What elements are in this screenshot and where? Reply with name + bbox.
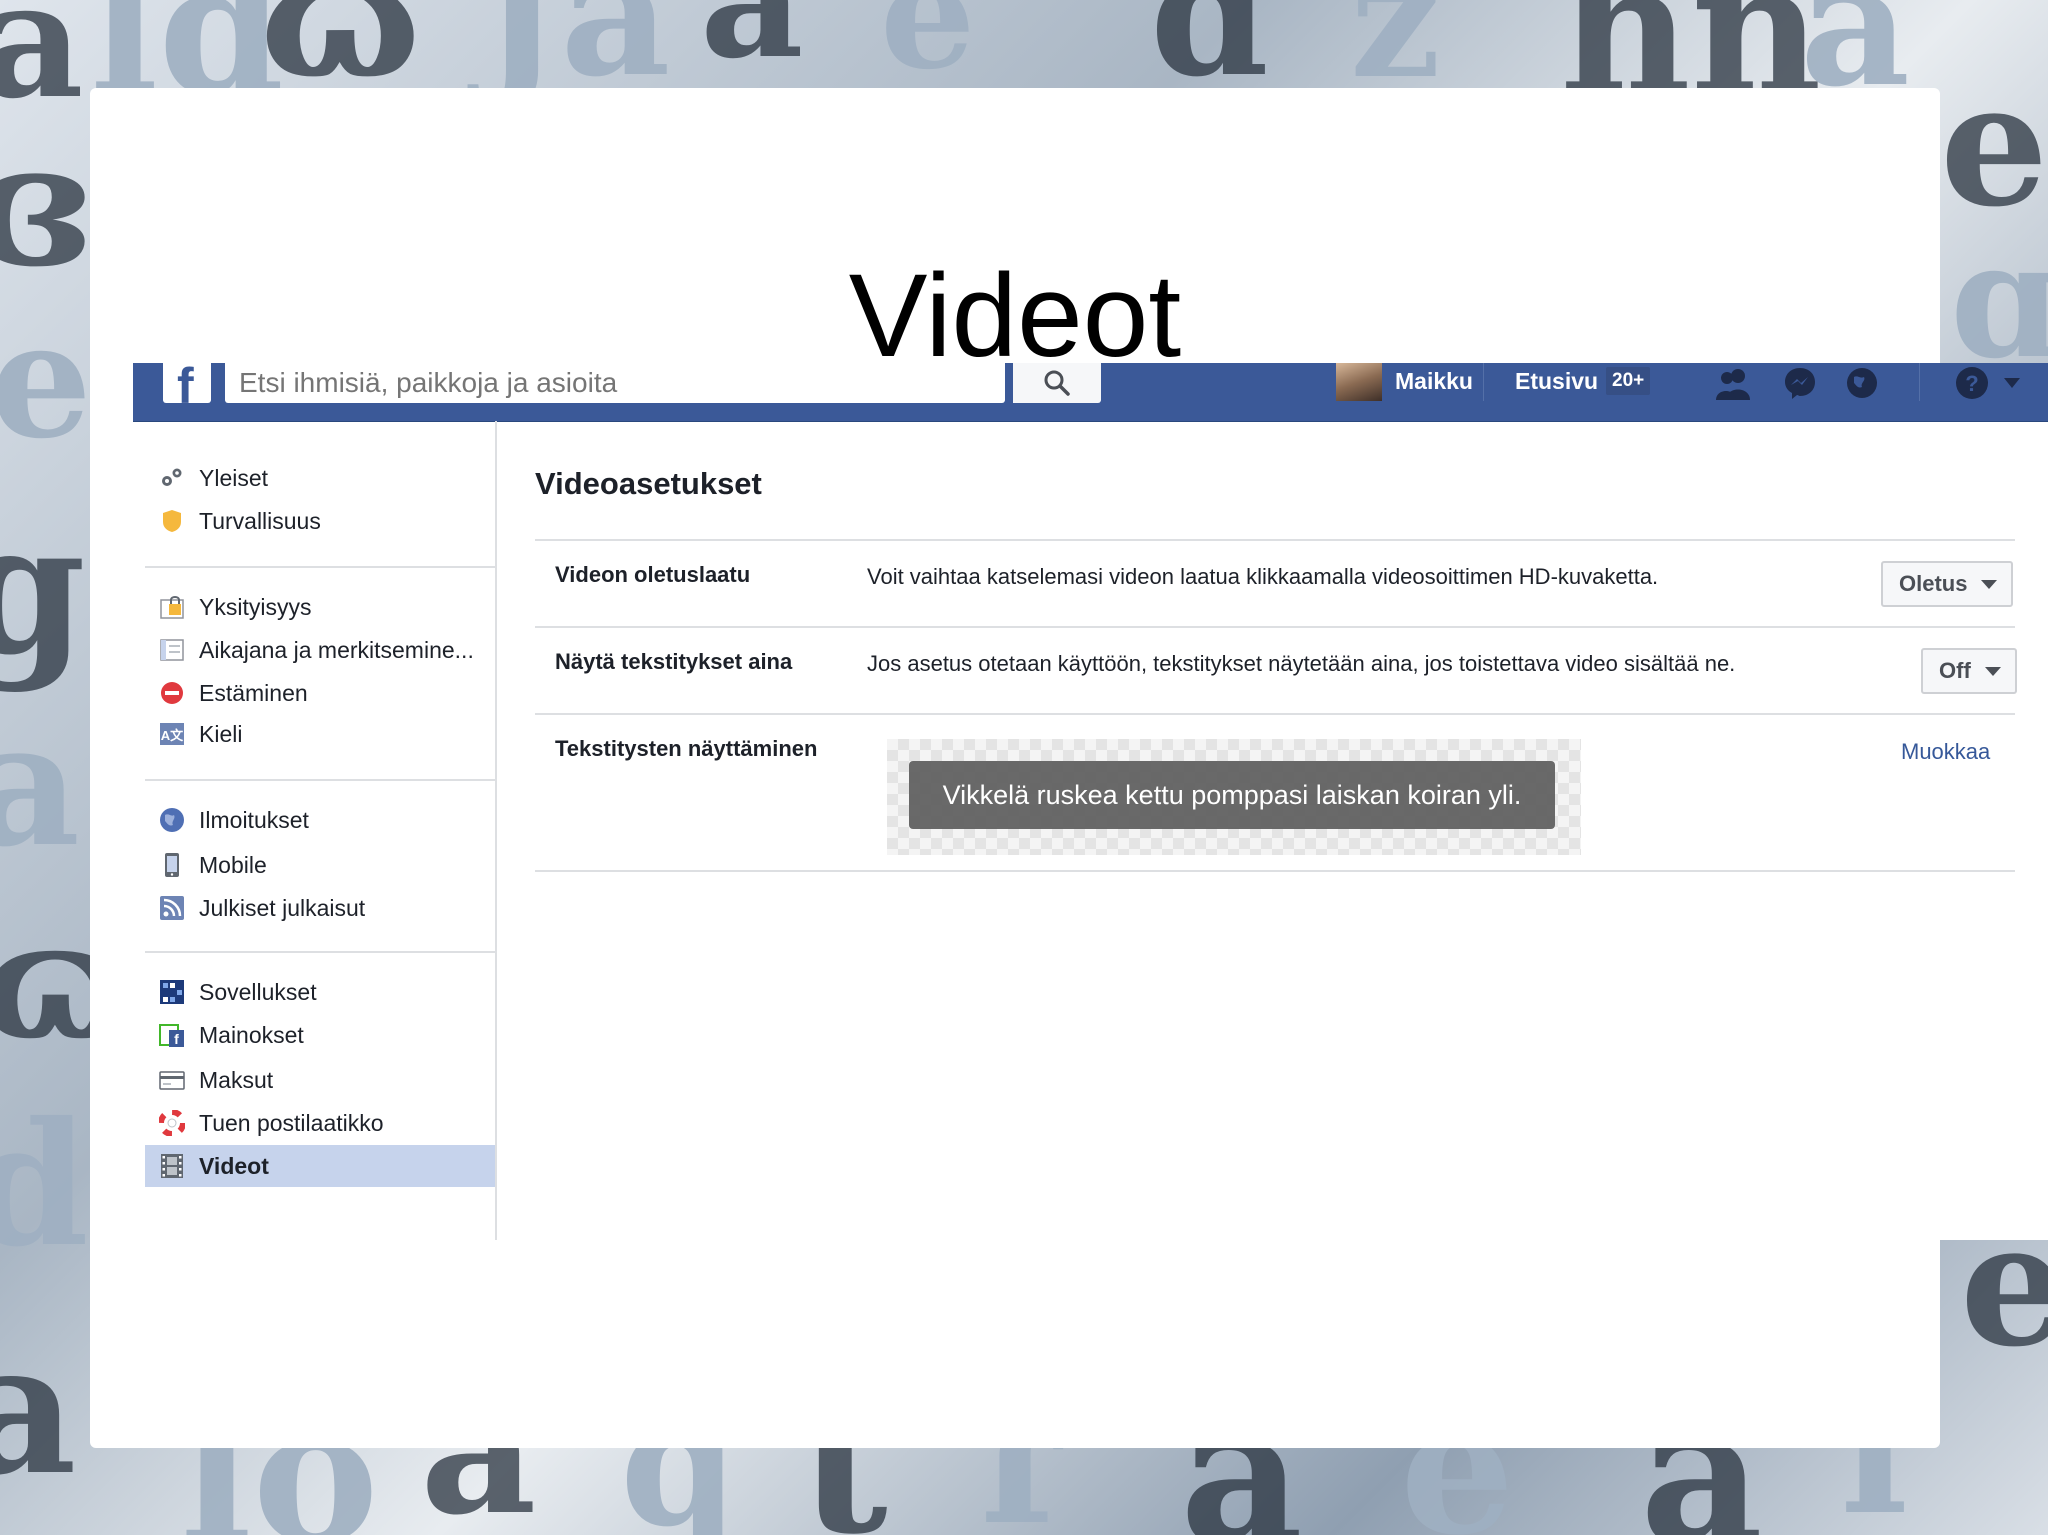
nav-separator [1919, 363, 1920, 401]
sidebar-item-label: Maksut [199, 1066, 274, 1093]
setting-label: Tekstitysten näyttäminen [555, 736, 818, 761]
divider [535, 713, 2015, 715]
lock-icon [160, 596, 184, 619]
caret-down-icon [1984, 667, 2001, 676]
search-box [225, 363, 1005, 403]
sidebar-item-label: Aikajana ja merkitsemine... [199, 636, 474, 663]
sidebar-item-label: Tuen postilaatikko [199, 1109, 384, 1136]
divider [145, 566, 495, 568]
messages-button[interactable] [1779, 363, 1821, 403]
svg-text:?: ? [1965, 371, 1978, 396]
search-icon [1044, 370, 1070, 396]
sidebar-item-label: Turvallisuus [199, 507, 321, 534]
sidebar-item-aikajana[interactable]: Aikajana ja merkitsemine... [145, 629, 495, 671]
sidebar-item-mainokset[interactable]: f Mainokset [145, 1014, 495, 1056]
facebook-logo-icon[interactable]: f [163, 363, 211, 414]
dropdown-value: Oletus [1899, 571, 1968, 596]
divider [535, 626, 2015, 628]
divider [535, 870, 2015, 872]
page-title: Videoasetukset [535, 466, 762, 501]
messenger-icon [1785, 368, 1815, 399]
block-icon [161, 682, 183, 704]
notifications-button[interactable] [1841, 363, 1883, 403]
sidebar-item-videot[interactable]: Videot [145, 1145, 495, 1187]
sidebar-item-kieli[interactable]: A文 Kieli [145, 713, 495, 755]
timeline-icon [160, 639, 184, 661]
caption-preview-text: Vikkelä ruskea kettu pomppasi laiskan ko… [909, 761, 1555, 829]
friend-requests-button[interactable] [1713, 363, 1755, 403]
search-input[interactable] [237, 365, 981, 401]
sidebar-item-label: Julkiset julkaisut [199, 894, 366, 921]
sidebar-item-mobile[interactable]: Mobile [145, 844, 495, 886]
globe-notifications-icon [1847, 368, 1877, 398]
quality-dropdown[interactable]: Oletus [1881, 561, 2014, 607]
apps-icon [160, 980, 184, 1004]
sidebar-item-label: Videot [199, 1152, 269, 1179]
account-menu-button[interactable] [1997, 363, 2027, 403]
svg-text:f: f [174, 1031, 179, 1047]
svg-text:A文: A文 [161, 728, 184, 743]
profile-link[interactable]: Maikku [1395, 368, 1473, 395]
nav-separator [1483, 363, 1484, 401]
top-navigation-bar: f Maikku Etusivu 20+ [133, 363, 2048, 422]
dropdown-value: Off [1939, 658, 1971, 683]
card-icon [159, 1071, 185, 1090]
settings-sidebar: Yleiset Turvallisuus Yksityisyys Aikajan… [145, 421, 497, 1240]
setting-description: Voit vaihtaa katselemasi videon laatua k… [867, 564, 1659, 589]
friends-icon [1716, 369, 1750, 400]
sidebar-item-yksityisyys[interactable]: Yksityisyys [145, 586, 495, 628]
globe-icon [160, 808, 184, 832]
sidebar-item-estaminen[interactable]: Estäminen [145, 672, 495, 714]
edit-captions-link[interactable]: Muokkaa [1901, 739, 1990, 765]
facebook-settings-screenshot: f Maikku Etusivu 20+ [133, 363, 2048, 1240]
divider [535, 539, 2015, 541]
sidebar-item-label: Estäminen [199, 679, 308, 706]
sidebar-item-maksut[interactable]: Maksut [145, 1059, 495, 1101]
sidebar-item-label: Yleiset [199, 464, 269, 491]
sidebar-item-turvallisuus[interactable]: Turvallisuus [145, 500, 495, 542]
sidebar-item-julkiset-julkaisut[interactable]: Julkiset julkaisut [145, 887, 495, 929]
captions-always-dropdown[interactable]: Off [1921, 648, 2017, 694]
setting-label: Näytä tekstitykset aina [555, 649, 793, 674]
badge-icon [163, 510, 181, 532]
sidebar-item-label: Kieli [199, 720, 243, 747]
home-link[interactable]: Etusivu [1515, 368, 1598, 395]
sidebar-item-ilmoitukset[interactable]: Ilmoitukset [145, 799, 495, 841]
sidebar-item-tuen-postilaatikko[interactable]: Tuen postilaatikko [145, 1102, 495, 1144]
language-icon: A文 [160, 723, 184, 745]
lifebuoy-icon [159, 1110, 185, 1136]
divider [145, 779, 495, 781]
sidebar-item-yleiset[interactable]: Yleiset [145, 457, 495, 499]
avatar[interactable] [1336, 363, 1382, 401]
divider [145, 951, 495, 953]
phone-icon [165, 853, 179, 877]
ads-icon: f [159, 1024, 184, 1047]
film-icon [161, 1154, 183, 1178]
sidebar-item-label: Sovellukset [199, 978, 317, 1005]
setting-label: Videon oletuslaatu [555, 562, 751, 587]
sidebar-item-label: Yksityisyys [199, 593, 312, 620]
caption-preview: Vikkelä ruskea kettu pomppasi laiskan ko… [887, 739, 1581, 855]
sidebar-item-label: Mobile [199, 851, 267, 878]
search-button[interactable] [1013, 363, 1101, 403]
rss-icon [160, 896, 184, 920]
help-button[interactable]: ? [1951, 363, 1993, 403]
home-notification-badge: 20+ [1606, 367, 1651, 395]
setting-description: Jos asetus otetaan käyttöön, tekstitykse… [867, 651, 1736, 676]
gears-icon [162, 468, 182, 486]
sidebar-item-sovellukset[interactable]: Sovellukset [145, 971, 495, 1013]
caret-down-icon [1981, 580, 1998, 589]
help-icon: ? [1956, 367, 1988, 399]
sidebar-item-label: Ilmoitukset [199, 806, 309, 833]
caret-down-icon [2004, 378, 2020, 388]
sidebar-item-label: Mainokset [199, 1021, 304, 1048]
